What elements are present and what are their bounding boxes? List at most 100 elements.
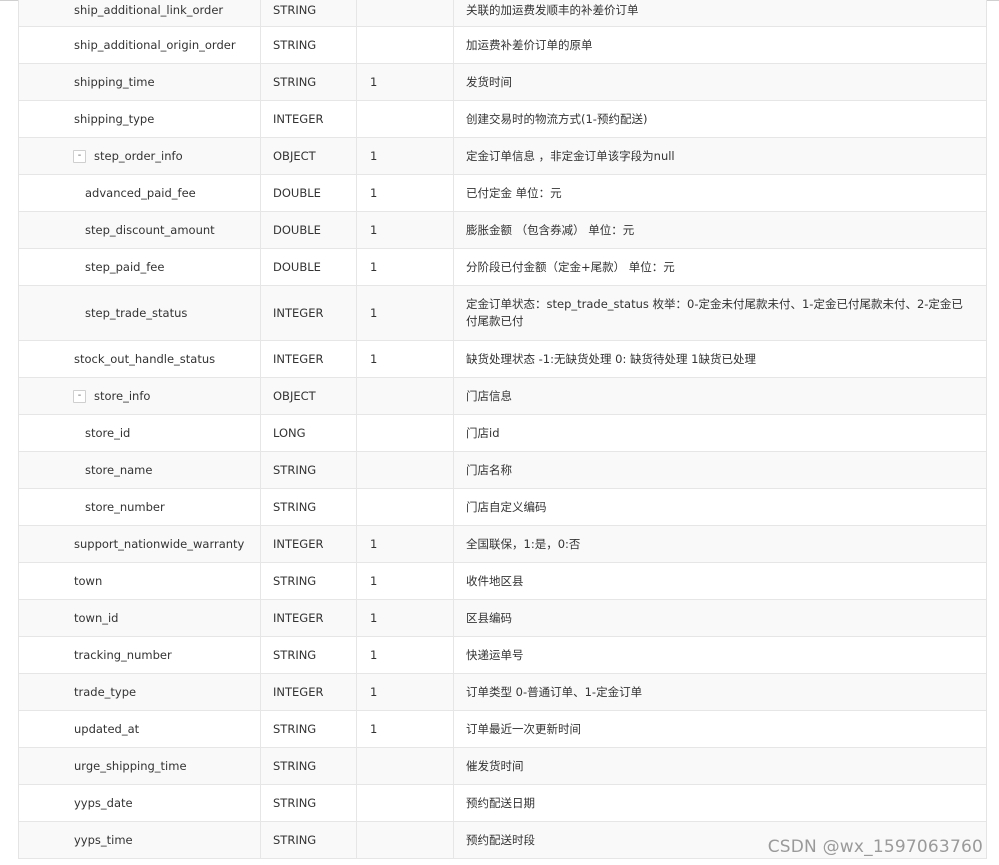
table-row: shipping_type INTEGER 创建交易时的物流方式(1-预约配送): [19, 101, 986, 138]
field-required: 1: [357, 563, 454, 599]
field-name: store_id: [19, 415, 261, 451]
field-description: 预约配送日期: [466, 795, 535, 810]
field-name: step_trade_status: [19, 286, 261, 340]
field-required: 1: [357, 286, 454, 340]
field-required: [357, 785, 454, 821]
field-description: 区县编码: [466, 610, 512, 625]
field-required: [357, 748, 454, 784]
field-required: 1: [357, 64, 454, 100]
table-row-child: step_paid_fee DOUBLE 1 分阶段已付金额（定金+尾款） 单位…: [19, 249, 986, 286]
field-name: advanced_paid_fee: [19, 175, 261, 211]
field-required: 1: [357, 341, 454, 377]
field-description: 定金订单状态：step_trade_status 枚举：0-定金未付尾款未付、1…: [466, 297, 963, 328]
field-description: 门店id: [466, 425, 500, 440]
field-description: 发货时间: [466, 74, 512, 89]
field-type: DOUBLE: [261, 212, 357, 248]
field-type: STRING: [261, 637, 357, 673]
field-name: tracking_number: [19, 637, 261, 673]
field-type: INTEGER: [261, 101, 357, 137]
field-name: stock_out_handle_status: [19, 341, 261, 377]
table-row: updated_at STRING 1 订单最近一次更新时间: [19, 711, 986, 748]
field-description: 定金订单信息 ，非定金订单该字段为null: [466, 148, 675, 163]
table-row: support_nationwide_warranty INTEGER 1 全国…: [19, 526, 986, 563]
field-description: 分阶段已付金额（定金+尾款） 单位：元: [466, 259, 675, 274]
field-name: support_nationwide_warranty: [19, 526, 261, 562]
field-type: STRING: [261, 563, 357, 599]
table-row: stock_out_handle_status INTEGER 1 缺货处理状态…: [19, 341, 986, 378]
table-row: ship_additional_link_order STRING 关联的加运费…: [19, 0, 986, 27]
field-name: urge_shipping_time: [19, 748, 261, 784]
field-name: yyps_time: [19, 822, 261, 858]
field-type: INTEGER: [261, 286, 357, 340]
table-row-child: step_trade_status INTEGER 1 定金订单状态：step_…: [19, 286, 986, 341]
field-name: yyps_date: [19, 785, 261, 821]
field-type: OBJECT: [261, 138, 357, 174]
table-row-child: step_discount_amount DOUBLE 1 膨胀金额 （包含券减…: [19, 212, 986, 249]
collapse-toggle-icon[interactable]: -: [73, 149, 86, 163]
field-name: step_paid_fee: [19, 249, 261, 285]
field-name-cell: - store_info: [19, 378, 261, 414]
field-description: 门店信息: [466, 388, 512, 403]
field-required: 1: [357, 674, 454, 710]
table-row-child: store_number STRING 门店自定义编码: [19, 489, 986, 526]
field-type: STRING: [261, 27, 357, 63]
watermark-text: CSDN @wx_1597063760: [767, 837, 983, 857]
field-type: INTEGER: [261, 674, 357, 710]
table-row-child: store_name STRING 门店名称: [19, 452, 986, 489]
table-row: town_id INTEGER 1 区县编码: [19, 600, 986, 637]
field-name: store_name: [19, 452, 261, 488]
field-required: 1: [357, 637, 454, 673]
field-name: shipping_time: [19, 64, 261, 100]
field-name: town_id: [19, 600, 261, 636]
field-description: 快递运单号: [466, 647, 524, 662]
field-required: [357, 101, 454, 137]
field-type: STRING: [261, 748, 357, 784]
field-required: [357, 822, 454, 858]
field-type: STRING: [261, 822, 357, 858]
field-name: step_order_info: [94, 148, 183, 163]
field-type: INTEGER: [261, 526, 357, 562]
field-description: 已付定金 单位：元: [466, 185, 562, 200]
field-description: 订单最近一次更新时间: [466, 721, 581, 736]
field-type: STRING: [261, 711, 357, 747]
table-row-child: store_id LONG 门店id: [19, 415, 986, 452]
field-name: store_number: [19, 489, 261, 525]
field-name: store_info: [94, 388, 151, 403]
field-type: DOUBLE: [261, 175, 357, 211]
field-type: INTEGER: [261, 341, 357, 377]
field-description: 膨胀金额 （包含券减） 单位：元: [466, 222, 635, 237]
field-type: STRING: [261, 64, 357, 100]
field-description: 缺货处理状态 -1:无缺货处理 0: 缺货待处理 1缺货已处理: [466, 351, 756, 366]
field-description: 门店名称: [466, 462, 512, 477]
table-row: ship_additional_origin_order STRING 加运费补…: [19, 27, 986, 64]
field-required: 1: [357, 249, 454, 285]
field-description: 门店自定义编码: [466, 499, 547, 514]
field-description: 加运费补差价订单的原单: [466, 37, 593, 52]
field-required: 1: [357, 212, 454, 248]
field-name: town: [19, 563, 261, 599]
table-row-child: advanced_paid_fee DOUBLE 1 已付定金 单位：元: [19, 175, 986, 212]
field-required: [357, 0, 454, 26]
field-required: [357, 452, 454, 488]
table-row: yyps_date STRING 预约配送日期: [19, 785, 986, 822]
table-row: shipping_time STRING 1 发货时间: [19, 64, 986, 101]
table-row: trade_type INTEGER 1 订单类型 0-普通订单、1-定金订单: [19, 674, 986, 711]
field-type: DOUBLE: [261, 249, 357, 285]
collapse-toggle-icon[interactable]: -: [73, 389, 86, 403]
field-type: STRING: [261, 489, 357, 525]
field-required: 1: [357, 138, 454, 174]
field-name: shipping_type: [19, 101, 261, 137]
field-required: [357, 489, 454, 525]
field-required: [357, 378, 454, 414]
field-type: LONG: [261, 415, 357, 451]
table-row: urge_shipping_time STRING 催发货时间: [19, 748, 986, 785]
field-description: 关联的加运费发顺丰的补差价订单: [466, 3, 639, 17]
field-name: ship_additional_link_order: [19, 0, 261, 26]
field-required: [357, 415, 454, 451]
field-required: 1: [357, 711, 454, 747]
table-row: town STRING 1 收件地区县: [19, 563, 986, 600]
field-description: 创建交易时的物流方式(1-预约配送): [466, 111, 648, 126]
field-name: step_discount_amount: [19, 212, 261, 248]
field-name-cell: - step_order_info: [19, 138, 261, 174]
field-type: OBJECT: [261, 378, 357, 414]
